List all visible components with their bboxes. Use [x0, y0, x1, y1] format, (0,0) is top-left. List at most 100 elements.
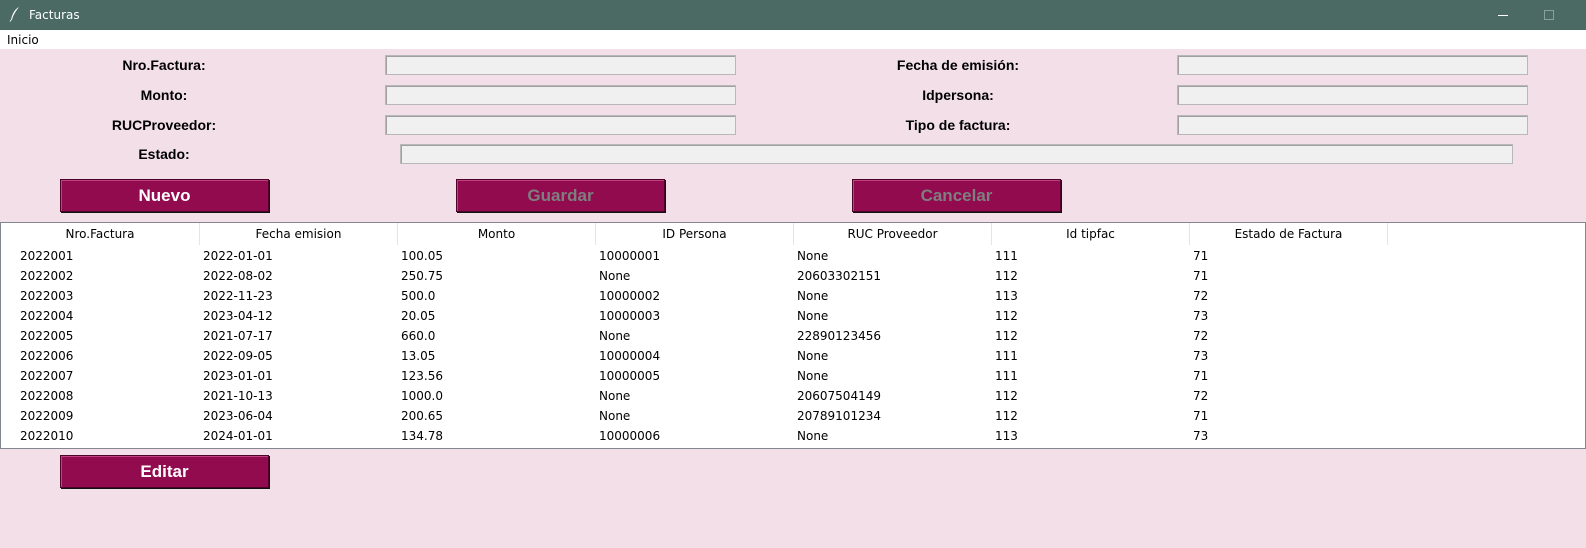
monto-cell: 1000.0 [401, 389, 443, 403]
id-persona-cell: 10000004 [599, 349, 661, 363]
window-title: Facturas [29, 8, 80, 22]
nro-factura-cell: 2022003 [20, 289, 74, 303]
monto-input[interactable] [385, 85, 736, 105]
tipo-factura-label: Tipo de factura: [905, 117, 1011, 133]
nro-factura-cell: 2022001 [20, 249, 74, 263]
estado-factura-cell: 73 [1193, 349, 1209, 363]
maximize-button[interactable] [1526, 0, 1572, 30]
estado-factura-cell: 71 [1193, 409, 1209, 423]
id-tipfac-cell: 111 [995, 249, 1018, 263]
fecha-emision-cell: 2023-06-04 [203, 409, 273, 423]
nro-factura-cell: 2022006 [20, 349, 74, 363]
fecha-emision-cell: 2022-01-01 [203, 249, 273, 263]
column-header-estado-factura[interactable]: Estado de Factura [1190, 223, 1388, 245]
fecha-emision-cell: 2021-10-13 [203, 389, 273, 403]
ruc-proveedor-cell: None [797, 309, 829, 323]
menu-item-inicio[interactable]: Inicio [7, 33, 39, 47]
idpersona-input[interactable] [1177, 85, 1528, 105]
cancelar-button[interactable]: Cancelar [852, 179, 1061, 212]
fecha-emision-cell: 2023-01-01 [203, 369, 273, 383]
fecha-emision-cell: 2024-01-01 [203, 429, 273, 443]
column-header-monto[interactable]: Monto [398, 223, 596, 245]
table-row[interactable]: 2022006 2022-09-05 13.05 10000004 None 111 73 [1, 346, 1585, 366]
column-header-id-tipfac[interactable]: Id tipfac [992, 223, 1190, 245]
nro-factura-cell: 2022008 [20, 389, 74, 403]
nro-factura-cell: 2022002 [20, 269, 74, 283]
tipo-factura-input[interactable] [1177, 115, 1528, 135]
fecha-emision-cell: 2022-09-05 [203, 349, 273, 363]
editar-button[interactable]: Editar [60, 455, 269, 488]
table-row[interactable]: 2022008 2021-10-13 1000.0 None 20607504149 11… [1, 386, 1585, 406]
ruc-proveedor-cell: 20789101234 [797, 409, 881, 423]
column-header-fecha-emision[interactable]: Fecha emision [200, 223, 398, 245]
title-bar: Facturas [0, 0, 1586, 30]
id-persona-cell: None [599, 329, 631, 343]
nro-factura-input[interactable] [385, 55, 736, 75]
ruc-proveedor-input[interactable] [385, 115, 736, 135]
id-tipfac-cell: 112 [995, 309, 1018, 323]
id-persona-cell: 10000003 [599, 309, 661, 323]
ruc-proveedor-label: RUCProveedor: [111, 117, 217, 133]
table-row[interactable]: 2022005 2021-07-17 660.0 None 22890123456 112… [1, 326, 1585, 346]
id-persona-cell: 10000005 [599, 369, 661, 383]
table-row[interactable]: 2022010 2024-01-01 134.78 10000006 None 113 73 [1, 426, 1585, 446]
estado-label: Estado: [138, 146, 190, 162]
nro-factura-cell: 2022010 [20, 429, 74, 443]
estado-factura-cell: 71 [1193, 249, 1209, 263]
monto-cell: 250.75 [401, 269, 443, 283]
table-row[interactable]: 2022003 2022-11-23 500.0 10000002 None 113 72 [1, 286, 1585, 306]
facturas-table[interactable]: Nro.Factura Fecha emision Monto ID Perso… [0, 222, 1586, 449]
table-header: Nro.Factura Fecha emision Monto ID Perso… [1, 223, 1585, 245]
monto-cell: 123.56 [401, 369, 443, 383]
table-row[interactable]: 2022004 2023-04-12 20.05 10000003 None 112 73 [1, 306, 1585, 326]
id-persona-cell: None [599, 409, 631, 423]
nro-factura-cell: 2022004 [20, 309, 74, 323]
nro-factura-cell: 2022007 [20, 369, 74, 383]
nuevo-button[interactable]: Nuevo [60, 179, 269, 212]
id-persona-cell: 10000006 [599, 429, 661, 443]
ruc-proveedor-cell: 22890123456 [797, 329, 881, 343]
estado-factura-cell: 72 [1193, 289, 1209, 303]
id-tipfac-cell: 113 [995, 289, 1018, 303]
table-row[interactable]: 2022007 2023-01-01 123.56 10000005 None 111 71 [1, 366, 1585, 386]
fecha-emision-input[interactable] [1177, 55, 1528, 75]
id-tipfac-cell: 112 [995, 389, 1018, 403]
estado-factura-cell: 72 [1193, 329, 1209, 343]
monto-cell: 660.0 [401, 329, 436, 343]
id-tipfac-cell: 111 [995, 349, 1018, 363]
id-tipfac-cell: 111 [995, 369, 1018, 383]
monto-label: Monto: [140, 87, 188, 103]
table-row[interactable]: 2022009 2023-06-04 200.65 None 20789101234 11… [1, 406, 1585, 426]
guardar-button[interactable]: Guardar [456, 179, 665, 212]
monto-cell: 500.0 [401, 289, 436, 303]
nro-factura-cell: 2022009 [20, 409, 74, 423]
estado-factura-cell: 72 [1193, 389, 1209, 403]
fecha-emision-cell: 2023-04-12 [203, 309, 273, 323]
estado-factura-cell: 73 [1193, 309, 1209, 323]
estado-factura-cell: 71 [1193, 369, 1209, 383]
idpersona-label: Idpersona: [922, 87, 994, 103]
monto-cell: 13.05 [401, 349, 436, 363]
fecha-emision-label: Fecha de emisión: [896, 57, 1020, 73]
estado-input[interactable] [400, 144, 1513, 164]
column-header-nro-factura[interactable]: Nro.Factura [1, 223, 200, 245]
feather-icon [9, 7, 19, 22]
column-header-ruc-proveedor[interactable]: RUC Proveedor [794, 223, 992, 245]
id-tipfac-cell: 113 [995, 429, 1018, 443]
id-persona-cell: 10000002 [599, 289, 661, 303]
fecha-emision-cell: 2021-07-17 [203, 329, 273, 343]
ruc-proveedor-cell: 20607504149 [797, 389, 881, 403]
table-row[interactable]: 2022001 2022-01-01 100.05 10000001 None 111 71 [1, 246, 1585, 266]
column-header-id-persona[interactable]: ID Persona [596, 223, 794, 245]
monto-cell: 200.65 [401, 409, 443, 423]
estado-factura-cell: 71 [1193, 269, 1209, 283]
id-persona-cell: None [599, 269, 631, 283]
maximize-icon [1544, 10, 1554, 20]
fecha-emision-cell: 2022-11-23 [203, 289, 273, 303]
minimize-button[interactable] [1480, 0, 1526, 30]
ruc-proveedor-cell: None [797, 369, 829, 383]
id-persona-cell: None [599, 389, 631, 403]
table-row[interactable]: 2022002 2022-08-02 250.75 None 20603302151 11… [1, 266, 1585, 286]
ruc-proveedor-cell: None [797, 349, 829, 363]
menu-bar: Inicio [0, 30, 1586, 49]
